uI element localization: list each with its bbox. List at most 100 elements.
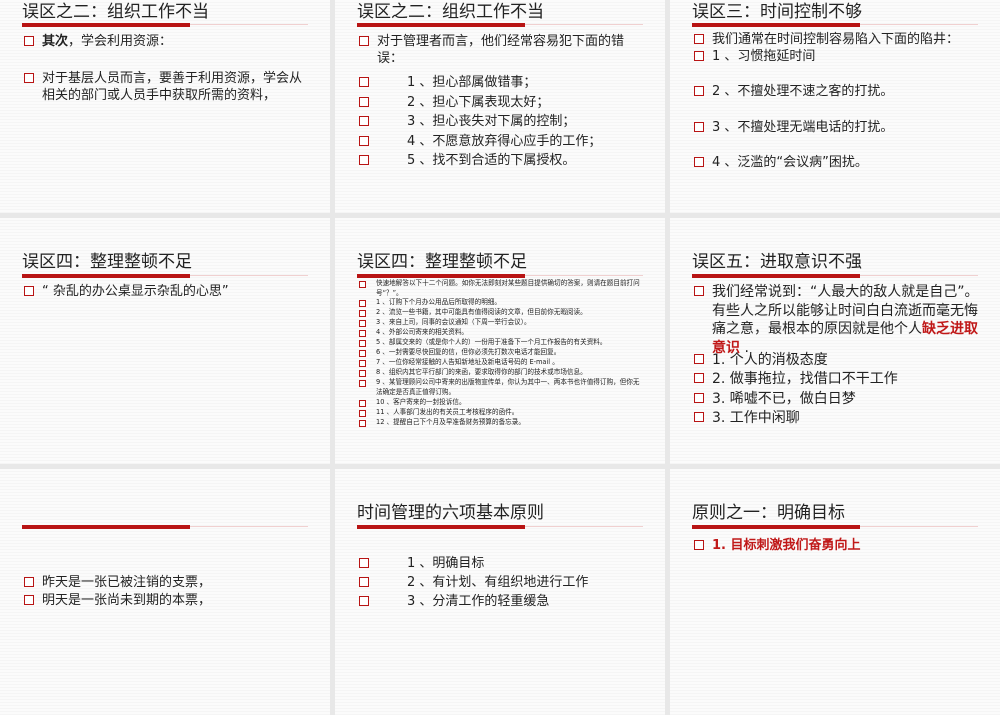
bullet-red: 1. 目标刺激我们奋勇向上 bbox=[712, 538, 861, 553]
title-underline-bar bbox=[357, 274, 525, 278]
checkbox-bullet-icon bbox=[694, 122, 704, 132]
checkbox-bullet-icon bbox=[359, 420, 366, 427]
bullet-text: 6 、一封需要尽快回复的信，但你必须先打数次电话才能回复。 bbox=[376, 348, 645, 358]
bullet-text: 9 、某管理顾问公司中寄来的出版物宣传单，你认为其中一、两本书也许值得订购，但你… bbox=[376, 378, 645, 397]
bullet-text: 3 、分清工作的轻重缓急 bbox=[407, 594, 550, 609]
checkbox-bullet-icon bbox=[694, 51, 704, 61]
title-underline bbox=[692, 23, 978, 27]
bullet-item: 明天是一张尚未到期的本票， bbox=[24, 592, 310, 609]
title-underline-bar bbox=[22, 525, 190, 529]
bullet-text: 快速地解答以下十二个问题。如你无法即刻对某些题目提供确切的答案，则请在题目前打问… bbox=[376, 279, 645, 298]
bullet-text: 1 、订购下个月办公用品后所取得的明细。 bbox=[376, 298, 645, 308]
checkbox-bullet-icon bbox=[359, 340, 366, 347]
bullet-text: 1 、习惯拖延时间 bbox=[712, 48, 980, 65]
bullet-text: 11 、人事部门发出的有关员工考核程序的函件。 bbox=[376, 408, 645, 418]
slide-thumbnail[interactable]: 时间管理的六项基本原则 1 、明确目标 2 、有计划、有组织地进行工作 3 、分清工作… bbox=[335, 469, 665, 715]
bullet-text: 2 、担心下属表现太好； bbox=[407, 95, 550, 110]
bullet-item: 1. 个人的消极态度 bbox=[694, 351, 980, 370]
checkbox-bullet-icon bbox=[359, 370, 366, 377]
bullet-item: 1 、习惯拖延时间 bbox=[694, 48, 980, 65]
bullet-text: 3. 工作中闲聊 bbox=[712, 410, 800, 426]
bullet-text: 3 、不擅处理无端电话的打扰。 bbox=[712, 119, 980, 136]
bullet-text: 我们通常在时间控制容易陷入下面的陷井： bbox=[712, 32, 960, 47]
bullet-text: 1. 目标刺激我们奋勇向上 bbox=[712, 537, 980, 554]
bullet-text: 其次，学会利用资源： bbox=[42, 33, 310, 50]
bullet-text: 4 、泛滥的“会议病”困扰。 bbox=[712, 155, 868, 170]
slide-thumbnail[interactable]: 误区四：整理整顿不足快速地解答以下十二个问题。如你无法即刻对某些题目提供确切的答… bbox=[335, 218, 665, 464]
bullet-text: 明天是一张尚未到期的本票， bbox=[42, 592, 310, 609]
bullet-item: 对于管理者而言，他们经常容易犯下面的错误： bbox=[359, 33, 645, 67]
slide-title: 误区之二：组织工作不当 bbox=[22, 2, 209, 22]
bullet-item: 其次，学会利用资源： bbox=[24, 33, 310, 50]
slide-title: 误区四：整理整顿不足 bbox=[357, 252, 527, 272]
slide-thumbnail[interactable]: 原则之一：明确目标 1. 目标刺激我们奋勇向上 bbox=[670, 469, 1000, 715]
bullet-item: 3. 唏嘘不已，做白日梦 bbox=[694, 390, 980, 409]
bullet-text: 10 、客户寄来的一封投诉信。 bbox=[376, 398, 645, 408]
bullet-text: 对于管理者而言，他们经常容易犯下面的错误： bbox=[377, 33, 645, 67]
bullet-text: 4 、外部公司寄来的相关资料。 bbox=[376, 328, 645, 338]
title-underline-bar bbox=[22, 23, 190, 27]
slide-thumbnail[interactable]: 误区四：整理整顿不足 “ 杂乱的办公桌显示杂乱的心思” bbox=[0, 218, 330, 464]
bullet-text: 2 、有计划、有组织地进行工作 bbox=[377, 574, 645, 591]
bullet-text: 4 、外部公司寄来的相关资料。 bbox=[376, 328, 469, 336]
bullet-item: 2 、流览一些书籍，其中可能具有值得阅读的文章，但目前你无暇阅读。 bbox=[359, 308, 645, 318]
slide-thumbnail[interactable]: 昨天是一张已被注销的支票， 明天是一张尚未到期的本票， bbox=[0, 469, 330, 715]
bullet-bold: 其次 bbox=[42, 34, 69, 49]
bullet-text: 2. 做事拖拉，找借口不干工作 bbox=[712, 371, 898, 387]
bullet-text: 1 、担心部属做错事； bbox=[377, 74, 645, 91]
bullet-text: 2 、不擅处理不速之客的打扰。 bbox=[712, 84, 894, 99]
bullet-text: 1. 个人的消极态度 bbox=[712, 352, 828, 368]
checkbox-bullet-icon bbox=[359, 558, 369, 568]
bullet-text: 1 、明确目标 bbox=[407, 556, 485, 571]
bullet-text: “ 杂乱的办公桌显示杂乱的心思” bbox=[42, 283, 310, 300]
bullet-text: ，学会利用资源： bbox=[68, 34, 173, 49]
checkbox-bullet-icon bbox=[359, 410, 366, 417]
title-underline-bar bbox=[692, 23, 860, 27]
checkbox-bullet-icon bbox=[694, 540, 704, 550]
slide-title: 时间管理的六项基本原则 bbox=[357, 503, 544, 523]
slide-thumbnail[interactable]: 误区之二：组织工作不当 对于管理者而言，他们经常容易犯下面的错误： 1 、担心部属… bbox=[335, 0, 665, 213]
bullet-text: 2 、流览一些书籍，其中可能具有值得阅读的文章，但目前你无暇阅读。 bbox=[376, 308, 587, 316]
bullet-item: 对于基层人员而言，要善于利用资源，学会从相关的部门或人员手中获取所需的资料， bbox=[24, 70, 310, 104]
checkbox-bullet-icon bbox=[359, 320, 366, 327]
checkbox-bullet-icon bbox=[24, 73, 34, 83]
bullet-item: 3 、不擅处理无端电话的打扰。 bbox=[694, 119, 980, 136]
checkbox-bullet-icon bbox=[359, 77, 369, 87]
bullet-item: 10 、客户寄来的一封投诉信。 bbox=[359, 398, 645, 408]
title-underline-bar bbox=[692, 525, 860, 529]
bullet-text: 3 、不擅处理无端电话的打扰。 bbox=[712, 120, 894, 135]
bullet-text: 2 、有计划、有组织地进行工作 bbox=[407, 575, 589, 590]
bullet-item: 3 、分清工作的轻重缓急 bbox=[359, 593, 645, 610]
bullet-item: 我们通常在时间控制容易陷入下面的陷井： bbox=[694, 31, 980, 48]
checkbox-bullet-icon bbox=[359, 155, 369, 165]
title-underline bbox=[22, 525, 308, 529]
title-underline bbox=[22, 23, 308, 27]
checkbox-bullet-icon bbox=[359, 310, 366, 317]
title-underline bbox=[692, 274, 978, 278]
checkbox-bullet-icon bbox=[694, 34, 704, 44]
bullet-text: 1 、明确目标 bbox=[377, 555, 645, 572]
bullet-text: 2 、担心下属表现太好； bbox=[377, 94, 645, 111]
bullet-text: 1. 个人的消极态度 bbox=[712, 351, 980, 370]
bullet-text: 7 、一位你经常接触的人告知新地址及新电话号码的 E-mail 。 bbox=[376, 358, 559, 366]
bullet-text: 3 、来自上司，同事的会议通知（下周一举行会议）。 bbox=[376, 318, 531, 326]
bullet-item: 5 、找不到合适的下属授权。 bbox=[359, 152, 645, 169]
bullet-text: 我们经常说到：“人最大的敌人就是自己”。有些人之所以能够让时间白白流逝而毫无悔痛… bbox=[712, 283, 980, 357]
bullet-item: 12 、提醒自己下个月及早准备财务预算的备忘录。 bbox=[359, 418, 645, 428]
checkbox-bullet-icon bbox=[359, 577, 369, 587]
title-underline bbox=[357, 525, 643, 529]
bullet-text: 4 、不愿意放弃得心应手的工作； bbox=[407, 134, 602, 149]
slide-thumbnail[interactable]: 误区之二：组织工作不当其次，学会利用资源： 对于基层人员而言，要善于利用资源，学会… bbox=[0, 0, 330, 213]
title-underline-bar bbox=[357, 23, 525, 27]
checkbox-bullet-icon bbox=[694, 157, 704, 167]
bullet-item: 3 、来自上司，同事的会议通知（下周一举行会议）。 bbox=[359, 318, 645, 328]
bullet-text: 3 、担心丧失对下属的控制； bbox=[377, 113, 645, 130]
title-underline-bar bbox=[357, 525, 525, 529]
checkbox-bullet-icon bbox=[694, 354, 704, 364]
bullet-item: 昨天是一张已被注销的支票， bbox=[24, 574, 310, 591]
bullet-text: 2 、流览一些书籍，其中可能具有值得阅读的文章，但目前你无暇阅读。 bbox=[376, 308, 645, 318]
slide-thumbnail[interactable]: 误区五：进取意识不强 我们经常说到：“人最大的敌人就是自己”。有些人之所以能够让… bbox=[670, 218, 1000, 464]
slide-thumbnail[interactable]: 误区三：时间控制不够 我们通常在时间控制容易陷入下面的陷井： 1 、习惯拖延时间 2 … bbox=[670, 0, 1000, 213]
bullet-text: 明天是一张尚未到期的本票， bbox=[42, 593, 212, 608]
checkbox-bullet-icon bbox=[359, 97, 369, 107]
